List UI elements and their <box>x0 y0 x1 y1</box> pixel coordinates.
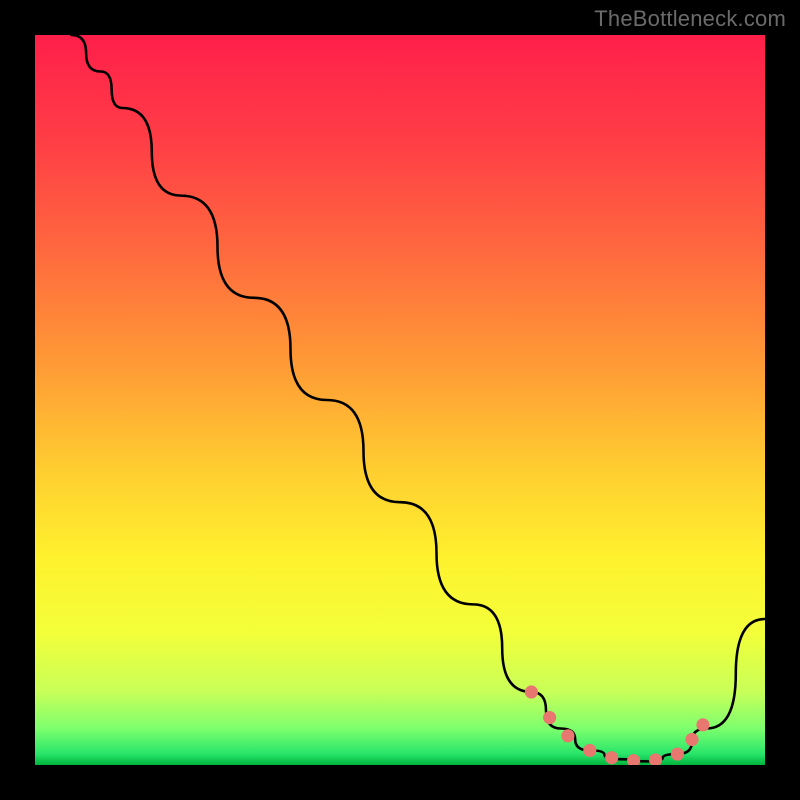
background-gradient <box>35 35 765 765</box>
plot-area <box>35 35 765 765</box>
chart-stage: TheBottleneck.com <box>0 0 800 800</box>
watermark-text: TheBottleneck.com <box>594 6 786 32</box>
